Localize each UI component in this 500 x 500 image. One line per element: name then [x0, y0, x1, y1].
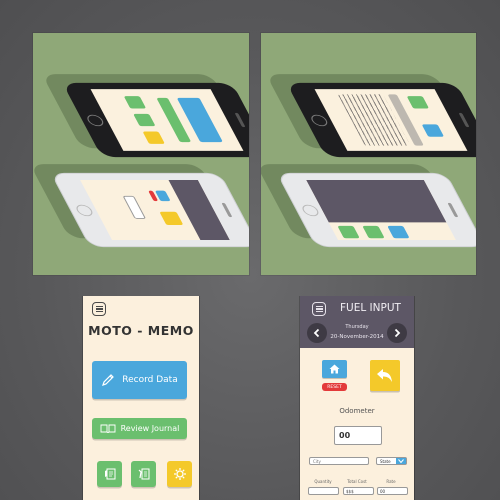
mockup-panel-journal — [261, 33, 476, 275]
maintenance-log-tile-button[interactable] — [131, 461, 156, 487]
screen-title: FUEL INPUT — [340, 302, 401, 314]
mini-side-menu — [306, 179, 447, 223]
chevron-down-icon — [396, 458, 406, 464]
review-journal-button[interactable]: Review Journal — [92, 418, 187, 439]
home-icon — [329, 364, 340, 374]
mini-header — [168, 179, 230, 241]
mini-home — [421, 124, 445, 137]
phone-speaker — [234, 112, 246, 128]
fuel-log-tile-button[interactable] — [97, 461, 122, 487]
open-book-icon — [100, 424, 116, 433]
record-data-button[interactable]: Record Data — [92, 361, 187, 399]
notepad-wrench-icon — [138, 468, 149, 480]
reset-button[interactable]: RESET — [322, 383, 347, 391]
settings-tile-button[interactable] — [167, 461, 192, 487]
mini-tile — [133, 113, 156, 127]
white-phone-fuel-mockup — [50, 172, 249, 248]
mini-tile — [123, 96, 147, 109]
mini-back — [159, 211, 184, 226]
home-screen: MOTO - MEMO Record Data Review Journal — [83, 296, 199, 500]
fuel-header: FUEL INPUT Thursday 20-November-2014 — [300, 296, 414, 348]
mini-tile — [142, 131, 165, 144]
mini-tile — [406, 96, 430, 109]
phone-speaker — [458, 112, 470, 128]
mini-odometer — [122, 195, 147, 219]
black-phone-fuel-log-mockup — [286, 82, 476, 158]
phone-screen — [80, 179, 230, 241]
rate-input[interactable] — [377, 487, 408, 495]
phone-home-button — [308, 114, 330, 127]
phone-home-button — [84, 114, 106, 127]
phone-screen — [90, 89, 244, 151]
review-journal-label: Review Journal — [120, 424, 180, 433]
odometer-input[interactable] — [334, 426, 382, 445]
total-cost-input[interactable] — [343, 487, 374, 495]
back-button[interactable] — [370, 360, 400, 391]
odometer-label: Odometer — [339, 407, 375, 415]
quantity-label: Quantity — [314, 479, 332, 484]
hamburger-menu-icon[interactable] — [92, 302, 106, 316]
white-phone-menu-mockup — [276, 172, 476, 248]
phone-speaker — [221, 202, 233, 218]
rate-label: Rate — [386, 479, 396, 484]
mini-tile — [387, 225, 410, 239]
state-select-value: State — [380, 458, 391, 464]
total-cost-label: Total Cost — [347, 479, 367, 484]
quantity-input[interactable] — [308, 487, 339, 495]
chevron-right-icon — [394, 328, 401, 338]
pencil-icon — [102, 374, 115, 386]
mini-tile — [362, 225, 385, 239]
gear-icon — [173, 468, 186, 480]
home-button[interactable] — [322, 360, 347, 378]
phone-home-button — [74, 204, 95, 217]
hamburger-menu-icon[interactable] — [312, 302, 326, 316]
next-date-button[interactable] — [387, 323, 407, 343]
app-title: MOTO - MEMO — [88, 323, 194, 338]
mockup-panel-home — [33, 33, 249, 275]
phone-home-button — [300, 204, 321, 217]
back-arrow-icon — [377, 368, 392, 382]
city-input[interactable] — [309, 457, 369, 465]
phone-speaker — [447, 202, 459, 218]
mini-tile — [337, 225, 360, 239]
notepad-fuel-icon — [104, 468, 115, 480]
black-phone-home-mockup — [62, 82, 249, 158]
record-data-label: Record Data — [122, 375, 178, 385]
state-select[interactable]: State — [376, 457, 407, 465]
fuel-input-screen: FUEL INPUT Thursday 20-November-2014 RES… — [300, 296, 414, 500]
phone-screen — [314, 89, 468, 151]
phone-screen — [306, 179, 456, 241]
